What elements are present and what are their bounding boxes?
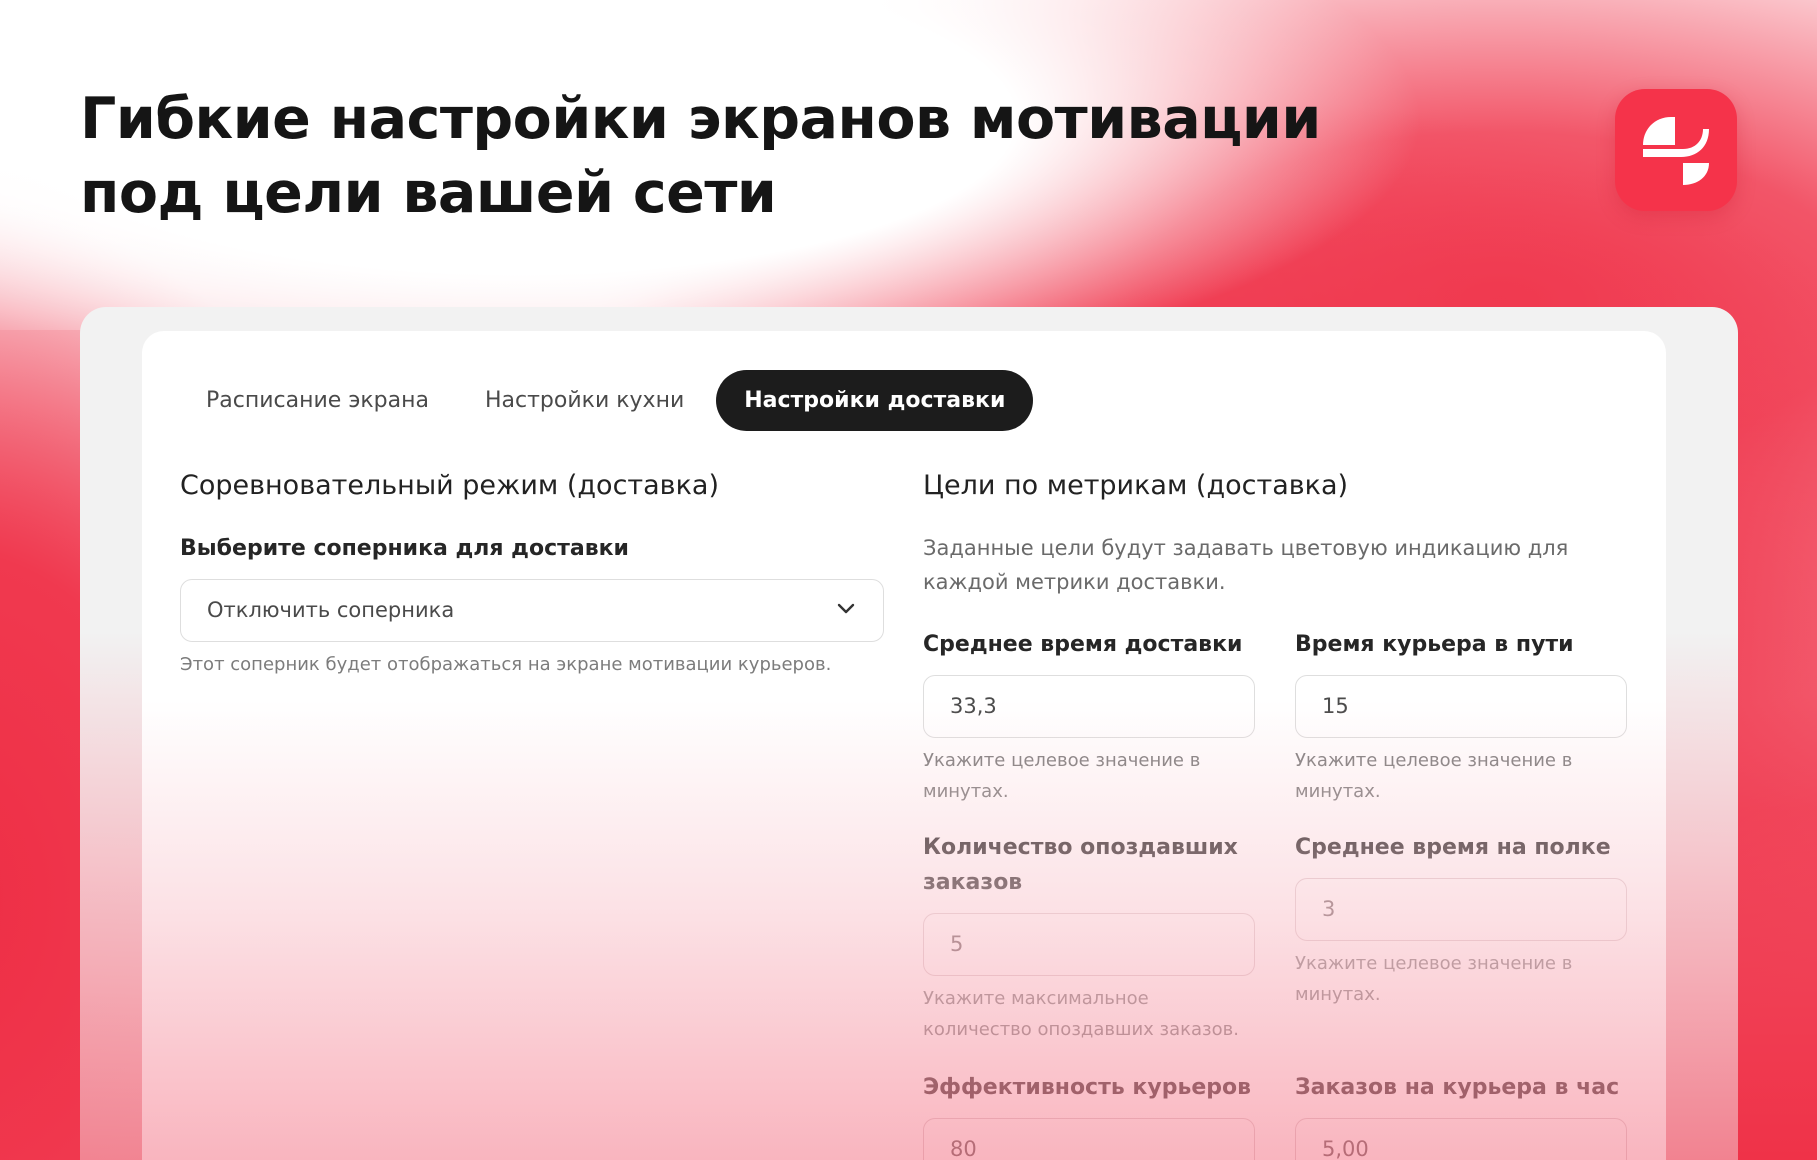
courier-travel-time-help: Укажите целевое значение в минутах. bbox=[1295, 750, 1573, 802]
competitive-mode-title: Соревновательный режим (доставка) bbox=[180, 470, 719, 501]
late-orders-label: Количество опоздавших заказов bbox=[923, 835, 1238, 895]
rival-help-text: Этот соперник будет отображаться на экра… bbox=[180, 654, 832, 675]
metric-goals-description: Заданные цели будут задавать цветовую ин… bbox=[923, 536, 1569, 594]
chevron-down-icon bbox=[837, 603, 855, 614]
late-orders-help: Укажите максимальное количество опоздавш… bbox=[923, 988, 1239, 1040]
avg-delivery-time-input[interactable]: 33,3 bbox=[923, 675, 1255, 738]
rival-select-label: Выберите соперника для доставки bbox=[180, 536, 629, 561]
metric-goals-title: Цели по метрикам (доставка) bbox=[923, 470, 1349, 501]
headline-line-2: под цели вашей сети bbox=[80, 160, 777, 226]
rival-select-value: Отключить соперника bbox=[207, 598, 455, 622]
orders-per-courier-input[interactable]: 5,00 bbox=[1295, 1118, 1627, 1160]
rival-select[interactable]: Отключить соперника bbox=[180, 579, 884, 642]
avg-delivery-time-label: Среднее время доставки bbox=[923, 632, 1243, 657]
headline: Гибкие настройки экранов мотивации под ц… bbox=[80, 82, 1321, 230]
avg-shelf-time-help: Укажите целевое значение в минутах. bbox=[1295, 953, 1573, 1005]
brand-logo-icon bbox=[1615, 89, 1737, 211]
avg-shelf-time-label: Среднее время на полке bbox=[1295, 835, 1611, 860]
orders-per-courier-label: Заказов на курьера в час bbox=[1295, 1075, 1620, 1100]
tab-delivery-settings[interactable]: Настройки доставки bbox=[716, 370, 1034, 431]
late-orders-input[interactable]: 5 bbox=[923, 913, 1255, 976]
courier-travel-time-label: Время курьера в пути bbox=[1295, 632, 1574, 657]
courier-travel-time-input[interactable]: 15 bbox=[1295, 675, 1627, 738]
tab-kitchen-settings[interactable]: Настройки кухни bbox=[457, 370, 712, 431]
tab-screen-schedule[interactable]: Расписание экрана bbox=[178, 370, 457, 431]
courier-efficiency-label: Эффективность курьеров bbox=[923, 1075, 1252, 1100]
headline-line-1: Гибкие настройки экранов мотивации bbox=[80, 86, 1321, 152]
courier-efficiency-input[interactable]: 80 bbox=[923, 1118, 1255, 1160]
tab-bar: Расписание экрана Настройки кухни Настро… bbox=[178, 370, 1034, 431]
avg-delivery-time-help: Укажите целевое значение в минутах. bbox=[923, 750, 1201, 802]
avg-shelf-time-input[interactable]: 3 bbox=[1295, 878, 1627, 941]
